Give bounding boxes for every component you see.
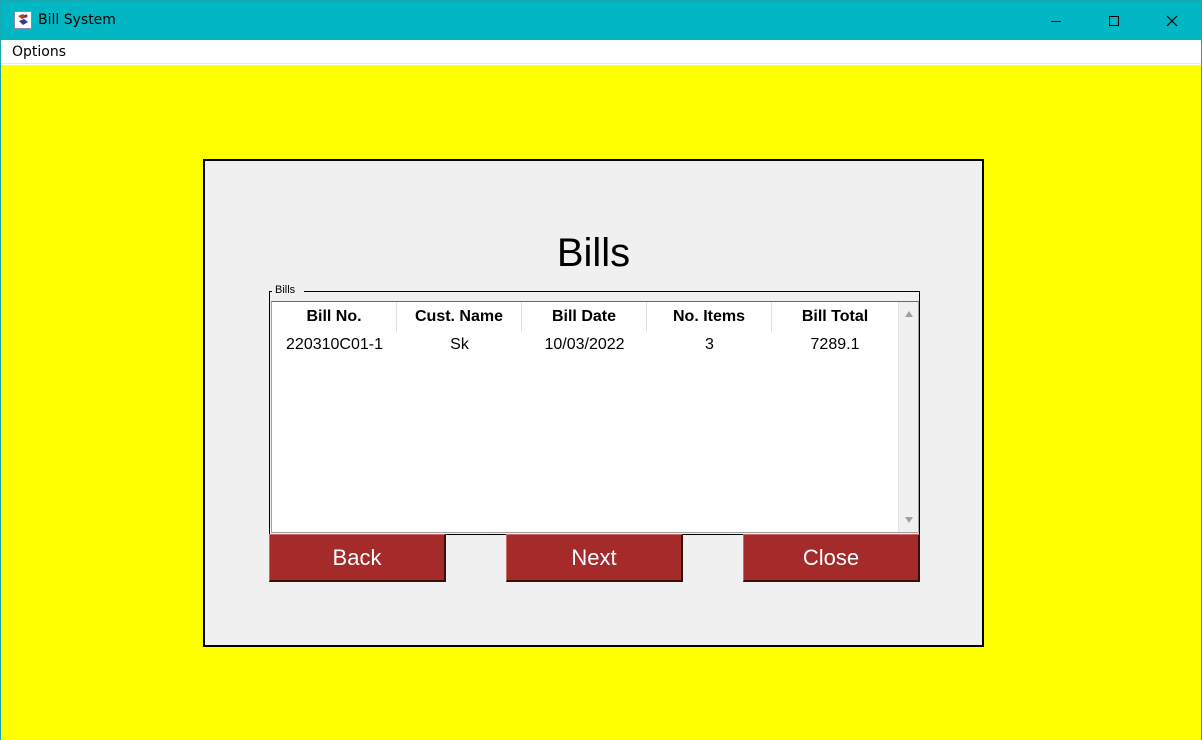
page-title: Bills bbox=[556, 231, 631, 275]
close-icon bbox=[1166, 15, 1178, 26]
bills-panel: Bills Bills Bill No. Cust. Name Bill Dat… bbox=[203, 159, 984, 647]
window-close-button[interactable] bbox=[1143, 1, 1201, 40]
scroll-up-button[interactable] bbox=[899, 304, 919, 324]
vertical-scrollbar[interactable] bbox=[898, 302, 918, 532]
triangle-down-icon bbox=[905, 517, 913, 523]
bills-table[interactable]: Bill No. Cust. Name Bill Date No. Items … bbox=[271, 301, 919, 533]
cell-no-items: 3 bbox=[705, 336, 714, 353]
column-header-bill-total[interactable]: Bill Total bbox=[772, 302, 898, 332]
next-button[interactable]: Next bbox=[506, 534, 683, 582]
cell-bill-total: 7289.1 bbox=[810, 336, 860, 353]
cell-bill-no: 220310C01-1 bbox=[286, 336, 383, 353]
maximize-button[interactable] bbox=[1085, 1, 1143, 40]
column-header-no-items[interactable]: No. Items bbox=[647, 302, 772, 332]
app-icon bbox=[14, 11, 32, 29]
window-title: Bill System bbox=[38, 12, 116, 28]
close-button[interactable]: Close bbox=[743, 534, 920, 582]
app-window: Bill System Options Bills Bills Bill No.… bbox=[0, 0, 1202, 740]
table-body: 220310C01-1 Sk 10/03/2022 3 7289.1 bbox=[272, 332, 898, 358]
table-header: Bill No. Cust. Name Bill Date No. Items … bbox=[272, 302, 898, 332]
minimize-icon bbox=[1051, 20, 1061, 22]
groupbox-label: Bills bbox=[275, 284, 296, 296]
bills-groupbox: Bills Bill No. Cust. Name Bill Date No. … bbox=[269, 284, 920, 535]
column-header-cust-name[interactable]: Cust. Name bbox=[397, 302, 522, 332]
minimize-button[interactable] bbox=[1027, 1, 1085, 40]
menu-options[interactable]: Options bbox=[12, 44, 66, 60]
title-bar[interactable]: Bill System bbox=[1, 1, 1201, 40]
cell-bill-date: 10/03/2022 bbox=[544, 336, 625, 353]
menu-bar: Options bbox=[1, 40, 1201, 64]
triangle-up-icon bbox=[905, 311, 913, 317]
main-content: Bills Bills Bill No. Cust. Name Bill Dat… bbox=[1, 65, 1201, 740]
cell-cust-name: Sk bbox=[450, 336, 469, 353]
column-header-bill-no[interactable]: Bill No. bbox=[272, 302, 397, 332]
back-button[interactable]: Back bbox=[269, 534, 446, 582]
maximize-icon bbox=[1109, 15, 1119, 26]
column-header-bill-date[interactable]: Bill Date bbox=[522, 302, 647, 332]
table-row[interactable]: 220310C01-1 Sk 10/03/2022 3 7289.1 bbox=[272, 332, 898, 358]
scroll-down-button[interactable] bbox=[899, 510, 919, 530]
